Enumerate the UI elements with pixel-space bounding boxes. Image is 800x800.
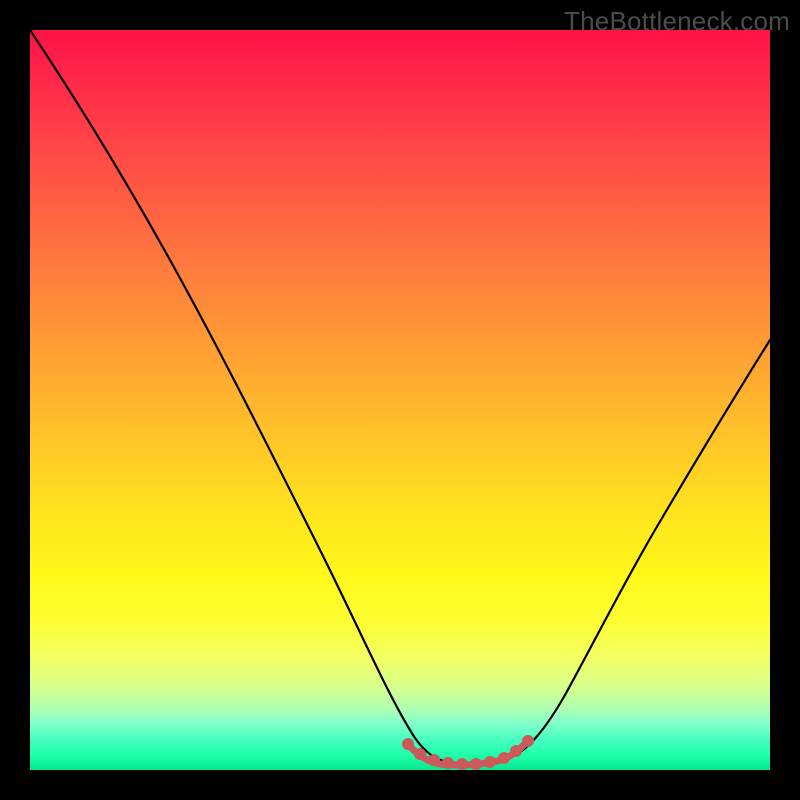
highlight-dots (402, 735, 534, 770)
bottleneck-curve-svg (30, 30, 770, 770)
chart-frame: TheBottleneck.com (0, 0, 800, 800)
plot-area (30, 30, 770, 770)
bottleneck-curve-line (30, 30, 770, 764)
watermark-text: TheBottleneck.com (564, 6, 790, 37)
